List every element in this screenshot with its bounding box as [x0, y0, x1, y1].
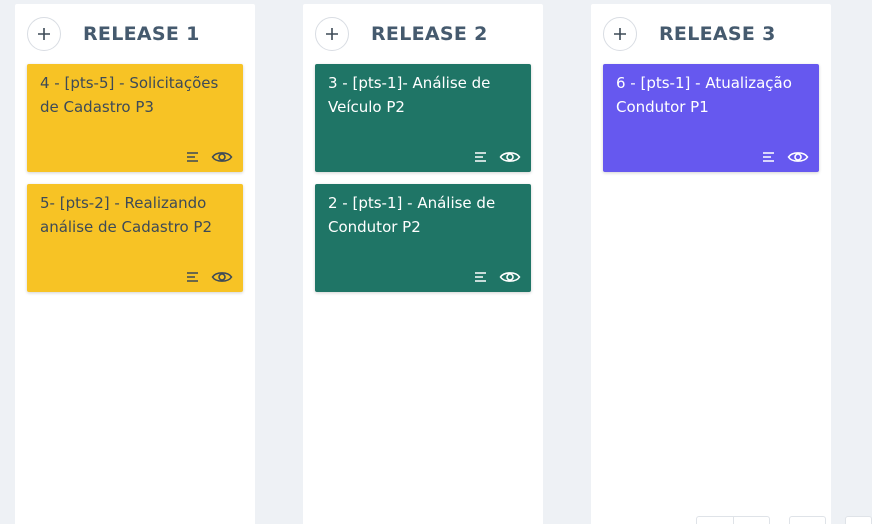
card[interactable]: 2 - [pts-1] - Análise de Condutor P2: [315, 184, 531, 292]
card-icons: [762, 149, 809, 165]
card[interactable]: 4 - [pts-5] - Solicitações de Cadastro P…: [27, 64, 243, 172]
card[interactable]: 5- [pts-2] - Realizando análise de Cadas…: [27, 184, 243, 292]
text-lines-icon: [474, 271, 488, 283]
column-title: RELEASE 2: [371, 23, 488, 45]
plus-icon: [614, 28, 626, 40]
card-title: 4 - [pts-5] - Solicitações de Cadastro P…: [40, 74, 219, 116]
eye-icon[interactable]: [499, 269, 521, 285]
column-release-3: RELEASE 3 6 - [pts-1] - Atualização Cond…: [591, 4, 831, 524]
plus-icon: [326, 28, 338, 40]
card-title: 6 - [pts-1] - Atualização Condutor P1: [616, 74, 792, 116]
pager-button[interactable]: [845, 516, 872, 524]
pager-button[interactable]: [789, 516, 826, 524]
column-title: RELEASE 1: [83, 23, 200, 45]
column-release-1: RELEASE 1 4 - [pts-5] - Solicitações de …: [15, 4, 255, 524]
card-icons: [186, 269, 233, 285]
text-lines-icon: [186, 271, 200, 283]
card-icons: [474, 269, 521, 285]
text-lines-icon: [762, 151, 776, 163]
column-title: RELEASE 3: [659, 23, 776, 45]
card-icons: [186, 149, 233, 165]
text-lines-icon: [186, 151, 200, 163]
add-card-button[interactable]: [315, 17, 349, 51]
column-header: RELEASE 2: [315, 17, 488, 51]
card[interactable]: 3 - [pts-1]- Análise de Veículo P2: [315, 64, 531, 172]
pager-divider: [733, 517, 734, 524]
eye-icon[interactable]: [211, 149, 233, 165]
eye-icon[interactable]: [787, 149, 809, 165]
card-title: 3 - [pts-1]- Análise de Veículo P2: [328, 74, 491, 116]
kanban-board: RELEASE 1 4 - [pts-5] - Solicitações de …: [0, 0, 872, 524]
column-header: RELEASE 3: [603, 17, 776, 51]
card-title: 5- [pts-2] - Realizando análise de Cadas…: [40, 194, 213, 236]
card-icons: [474, 149, 521, 165]
eye-icon[interactable]: [499, 149, 521, 165]
column-header: RELEASE 1: [27, 17, 200, 51]
add-card-button[interactable]: [27, 17, 61, 51]
pager-control[interactable]: [696, 516, 770, 524]
card[interactable]: 6 - [pts-1] - Atualização Condutor P1: [603, 64, 819, 172]
plus-icon: [38, 28, 50, 40]
card-title: 2 - [pts-1] - Análise de Condutor P2: [328, 194, 496, 236]
text-lines-icon: [474, 151, 488, 163]
eye-icon[interactable]: [211, 269, 233, 285]
column-release-2: RELEASE 2 3 - [pts-1]- Análise de Veícul…: [303, 4, 543, 524]
add-card-button[interactable]: [603, 17, 637, 51]
